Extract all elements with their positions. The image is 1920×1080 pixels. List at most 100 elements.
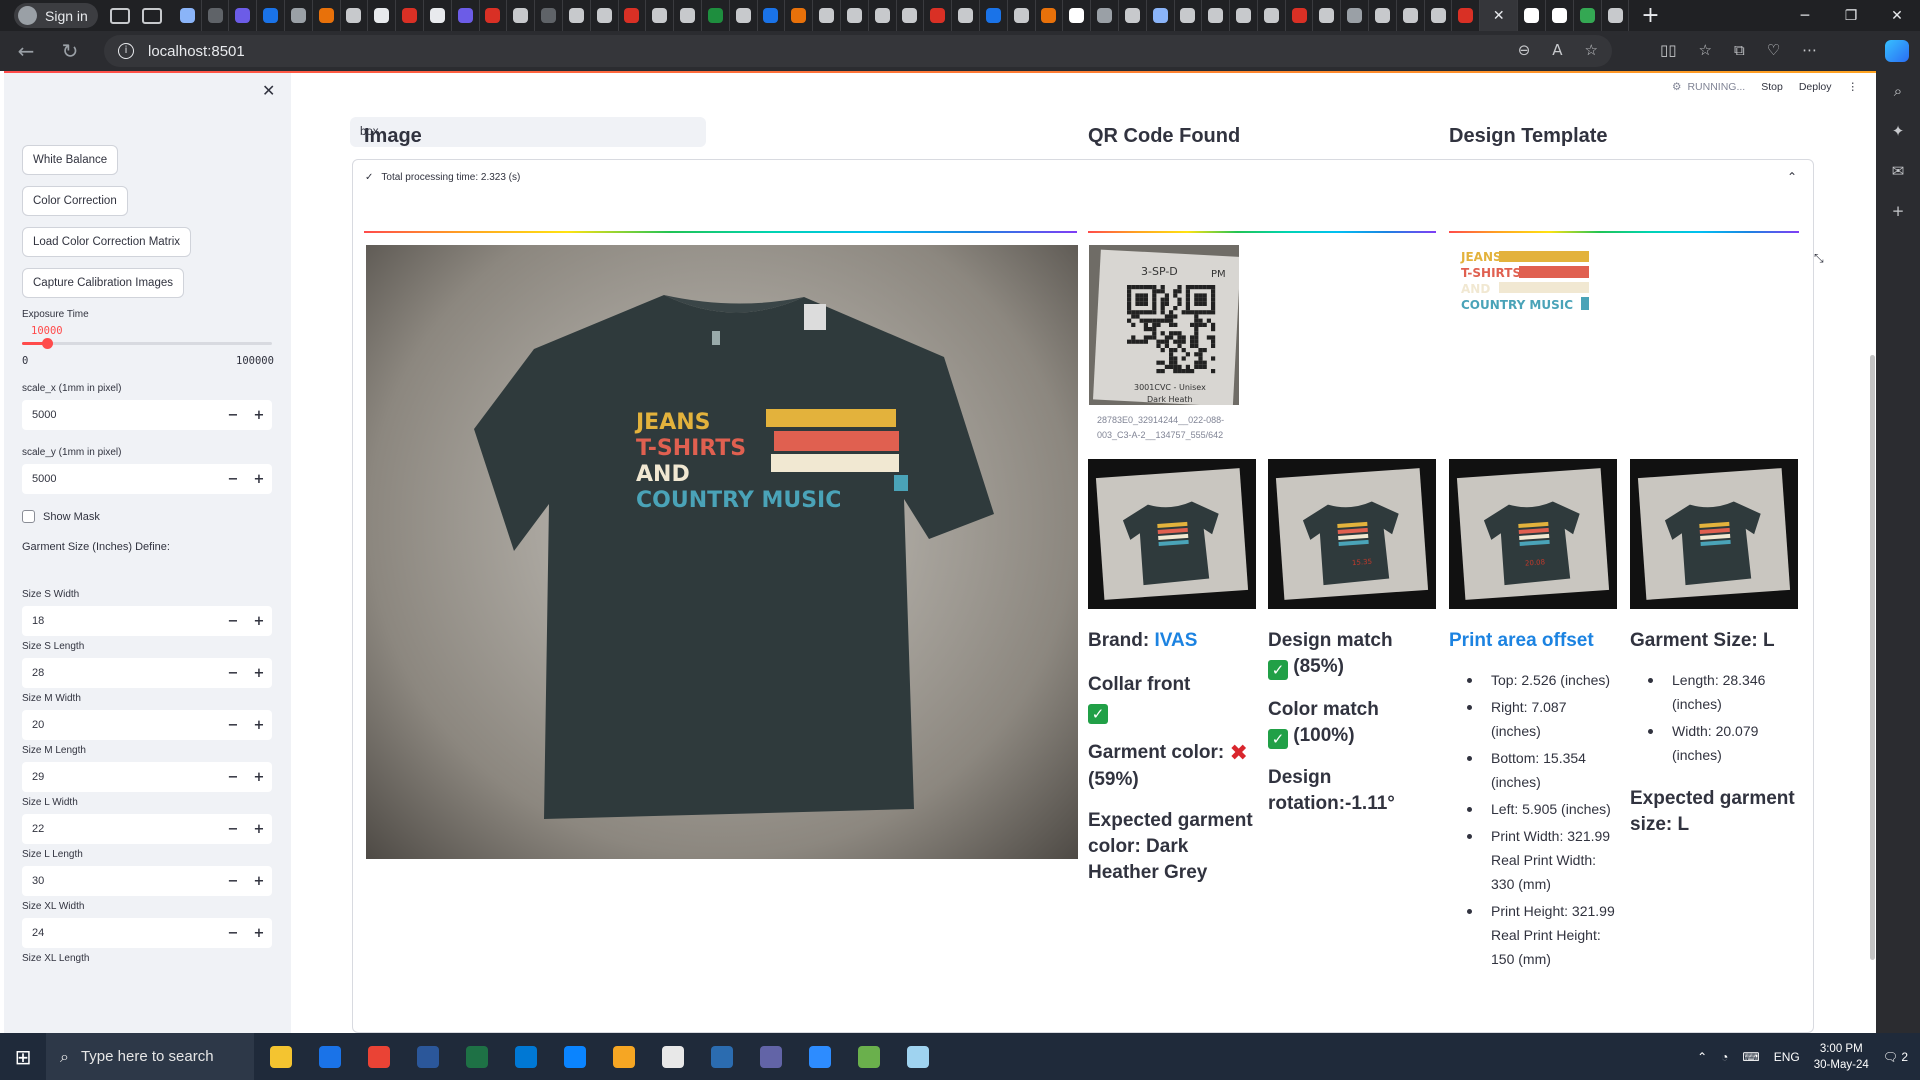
browser-tab[interactable] bbox=[368, 0, 397, 31]
browser-tab[interactable] bbox=[1425, 0, 1453, 31]
increment-icon[interactable]: + bbox=[246, 614, 272, 629]
browser-tab[interactable] bbox=[480, 0, 508, 31]
browser-tab[interactable] bbox=[1230, 0, 1258, 31]
browser-tab[interactable] bbox=[897, 0, 925, 31]
browser-tab[interactable] bbox=[1313, 0, 1342, 31]
white-balance-button[interactable]: White Balance bbox=[22, 145, 119, 175]
add-icon[interactable]: + bbox=[1876, 191, 1920, 231]
split-screen-icon[interactable]: ▯▯ bbox=[1660, 41, 1677, 59]
browser-tab[interactable] bbox=[785, 0, 814, 31]
show-mask-checkbox[interactable]: Show Mask bbox=[22, 510, 100, 523]
decrement-icon[interactable]: − bbox=[220, 408, 246, 423]
browser-tab[interactable] bbox=[424, 0, 452, 31]
browser-tab[interactable] bbox=[1341, 0, 1370, 31]
extensions-icon[interactable]: ♡ bbox=[1767, 41, 1780, 59]
taskbar-search[interactable]: ⌕ Type here to search bbox=[46, 1033, 254, 1080]
taskbar-app-icon[interactable] bbox=[844, 1033, 893, 1080]
browser-tab[interactable] bbox=[507, 0, 536, 31]
new-tab-button[interactable]: + bbox=[1635, 3, 1665, 28]
restore-icon[interactable]: ❐ bbox=[1828, 0, 1874, 31]
browser-tab[interactable] bbox=[1175, 0, 1203, 31]
size-number-input[interactable]: 30− + bbox=[22, 866, 272, 896]
tray-chevron-icon[interactable]: ⌃ bbox=[1697, 1050, 1707, 1064]
taskbar-app-icon[interactable] bbox=[501, 1033, 550, 1080]
load-color-correction-matrix-button[interactable]: Load Color Correction Matrix bbox=[22, 227, 192, 257]
taskbar-app-icon[interactable] bbox=[648, 1033, 697, 1080]
taskbar-app-icon[interactable] bbox=[403, 1033, 452, 1080]
deploy-button[interactable]: Deploy bbox=[1799, 81, 1832, 93]
wifi-icon[interactable]: ◔ bbox=[1721, 1050, 1728, 1064]
decrement-icon[interactable]: − bbox=[220, 472, 246, 487]
keyboard-icon[interactable]: ⌨ bbox=[1742, 1050, 1759, 1064]
browser-tab[interactable] bbox=[535, 0, 563, 31]
taskbar-app-icon[interactable] bbox=[550, 1033, 599, 1080]
sidebar-close-icon[interactable]: ✕ bbox=[262, 81, 275, 100]
browser-tab[interactable] bbox=[758, 0, 786, 31]
exposure-slider-thumb[interactable] bbox=[42, 338, 53, 349]
decrement-icon[interactable]: − bbox=[220, 666, 246, 681]
decrement-icon[interactable]: − bbox=[220, 614, 246, 629]
site-info-icon[interactable]: i bbox=[118, 43, 134, 59]
browser-tab[interactable] bbox=[952, 0, 980, 31]
browser-tab[interactable] bbox=[1147, 0, 1175, 31]
increment-icon[interactable]: + bbox=[246, 926, 272, 941]
checkbox-box[interactable] bbox=[22, 510, 35, 523]
outlook-icon[interactable]: ✉ bbox=[1876, 151, 1920, 191]
size-number-input[interactable]: 29− + bbox=[22, 762, 272, 792]
browser-tab[interactable] bbox=[591, 0, 619, 31]
copilot-side-icon[interactable]: ✦ bbox=[1876, 111, 1920, 151]
browser-tab[interactable] bbox=[841, 0, 869, 31]
taskbar-app-icon[interactable] bbox=[697, 1033, 746, 1080]
size-value[interactable]: 20 bbox=[22, 719, 220, 731]
browser-tab[interactable] bbox=[1574, 0, 1602, 31]
language-indicator[interactable]: ENG bbox=[1774, 1050, 1800, 1064]
close-window-icon[interactable]: ✕ bbox=[1874, 0, 1920, 31]
copilot-icon[interactable] bbox=[1885, 40, 1909, 62]
minimize-icon[interactable]: ─ bbox=[1782, 0, 1828, 31]
browser-tab[interactable] bbox=[813, 0, 841, 31]
browser-tab[interactable] bbox=[452, 0, 480, 31]
scale-x-value[interactable]: 5000 bbox=[22, 409, 220, 421]
browser-tab[interactable] bbox=[646, 0, 675, 31]
increment-icon[interactable]: + bbox=[246, 472, 272, 487]
browser-tab[interactable] bbox=[980, 0, 1008, 31]
browser-tab[interactable] bbox=[229, 0, 258, 31]
size-value[interactable]: 22 bbox=[22, 823, 220, 835]
read-aloud-icon[interactable]: A bbox=[1552, 41, 1562, 59]
windows-start-icon[interactable]: ⊞ bbox=[0, 1045, 46, 1069]
browser-tab[interactable] bbox=[563, 0, 591, 31]
browser-tab[interactable] bbox=[1091, 0, 1119, 31]
decrement-icon[interactable]: − bbox=[220, 822, 246, 837]
size-value[interactable]: 28 bbox=[22, 667, 220, 679]
browser-tab[interactable] bbox=[1258, 0, 1286, 31]
browser-tab[interactable] bbox=[1518, 0, 1547, 31]
browser-tab[interactable] bbox=[619, 0, 647, 31]
browser-tab[interactable] bbox=[313, 0, 341, 31]
browser-tab[interactable] bbox=[1008, 0, 1036, 31]
expander-header[interactable]: ✓ Total processing time: 2.323 (s) bbox=[365, 172, 520, 183]
size-value[interactable]: 30 bbox=[22, 875, 220, 887]
browser-tab[interactable] bbox=[1452, 0, 1481, 31]
increment-icon[interactable]: + bbox=[246, 822, 272, 837]
decrement-icon[interactable]: − bbox=[220, 770, 246, 785]
taskbar-app-icon[interactable] bbox=[452, 1033, 501, 1080]
browser-tab[interactable] bbox=[1286, 0, 1314, 31]
back-icon[interactable]: ← bbox=[8, 39, 44, 63]
taskbar-app-icon[interactable] bbox=[305, 1033, 354, 1080]
browser-tab[interactable] bbox=[730, 0, 758, 31]
notifications-icon[interactable]: 🗨 2 bbox=[1883, 1050, 1908, 1064]
decrement-icon[interactable]: − bbox=[220, 718, 246, 733]
address-bar[interactable]: i localhost:8501 ⊖ A ☆ bbox=[104, 35, 1612, 67]
sign-in-button[interactable]: Sign in bbox=[14, 3, 98, 28]
increment-icon[interactable]: + bbox=[246, 666, 272, 681]
increment-icon[interactable]: + bbox=[246, 718, 272, 733]
capture-calibration-images-button[interactable]: Capture Calibration Images bbox=[22, 268, 184, 298]
size-number-input[interactable]: 22− + bbox=[22, 814, 272, 844]
decrement-icon[interactable]: − bbox=[220, 926, 246, 941]
browser-tab[interactable] bbox=[924, 0, 953, 31]
exposure-slider-track[interactable] bbox=[22, 342, 272, 345]
increment-icon[interactable]: + bbox=[246, 408, 272, 423]
increment-icon[interactable]: + bbox=[246, 874, 272, 889]
taskbar-app-icon[interactable] bbox=[354, 1033, 403, 1080]
main-scrollbar[interactable] bbox=[1870, 355, 1875, 960]
